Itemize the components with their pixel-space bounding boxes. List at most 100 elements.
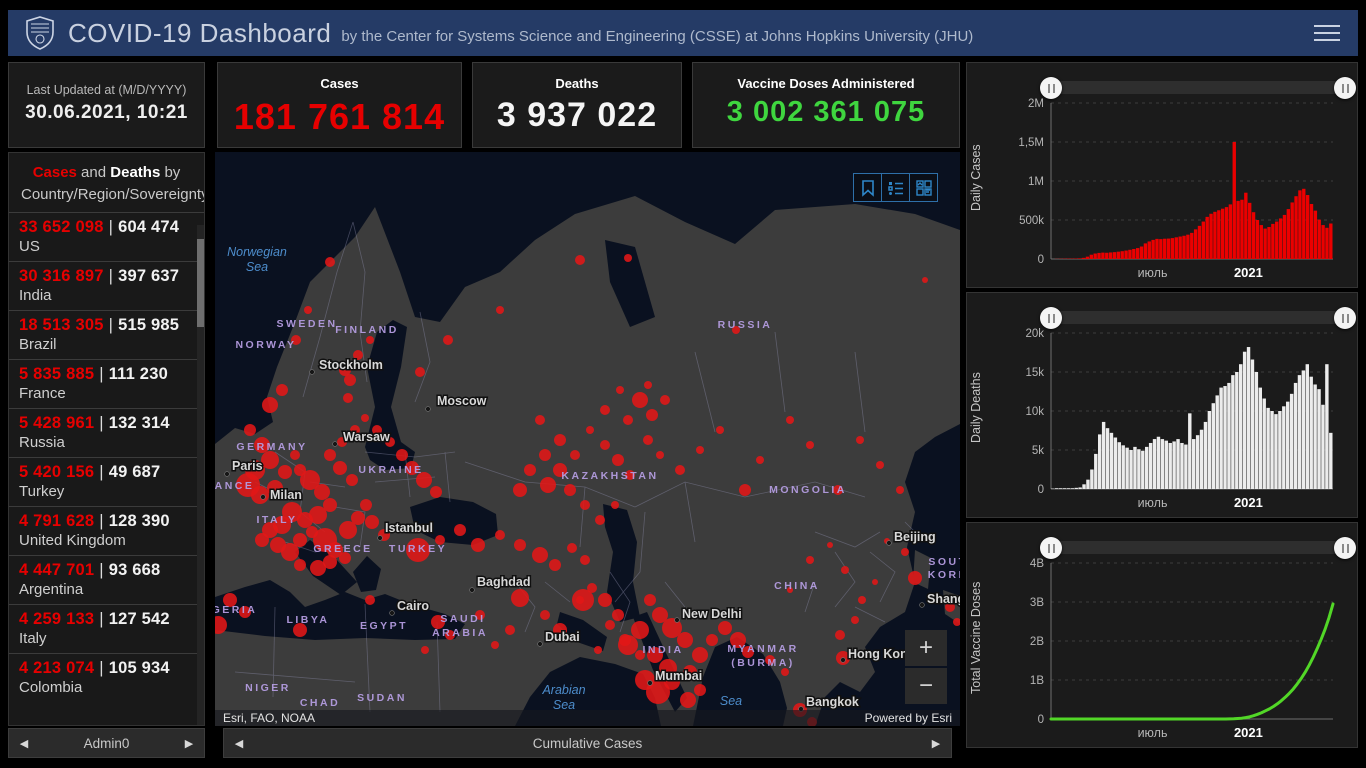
case-bubble[interactable]: [505, 625, 515, 635]
case-bubble[interactable]: [495, 530, 505, 540]
case-bubble[interactable]: [858, 596, 866, 604]
list-item[interactable]: 18 513 305 | 515 985 Brazil: [9, 309, 204, 359]
case-bubble[interactable]: [513, 483, 527, 497]
case-bubble[interactable]: [244, 424, 256, 436]
case-bubble[interactable]: [675, 465, 685, 475]
zoom-out-button[interactable]: −: [905, 668, 947, 704]
slider-handle-right[interactable]: [1334, 307, 1356, 329]
case-bubble[interactable]: [680, 692, 696, 708]
case-bubble[interactable]: [781, 668, 789, 676]
case-bubble[interactable]: [361, 414, 369, 422]
case-bubble[interactable]: [632, 392, 648, 408]
case-bubble[interactable]: [262, 397, 278, 413]
case-bubble[interactable]: [365, 515, 379, 529]
vaccine-doses-chart[interactable]: 0 1B 2B 3B 4B июль 2021: [983, 557, 1345, 745]
case-bubble[interactable]: [325, 257, 335, 267]
case-bubble[interactable]: [908, 571, 922, 585]
case-bubble[interactable]: [255, 533, 269, 547]
case-bubble[interactable]: [660, 395, 670, 405]
slider-handle-left[interactable]: [1040, 307, 1062, 329]
case-bubble[interactable]: [304, 306, 312, 314]
case-bubble[interactable]: [806, 556, 814, 564]
case-bubble[interactable]: [586, 426, 594, 434]
case-bubble[interactable]: [415, 367, 425, 377]
case-bubble[interactable]: [567, 543, 577, 553]
case-bubble[interactable]: [598, 593, 612, 607]
list-item[interactable]: 4 791 628 | 128 390 United Kingdom: [9, 505, 204, 555]
slider-track[interactable]: [1051, 81, 1345, 94]
case-bubble[interactable]: [365, 595, 375, 605]
case-bubble[interactable]: [706, 634, 718, 646]
case-bubble[interactable]: [294, 559, 306, 571]
case-bubble[interactable]: [396, 449, 408, 461]
case-bubble[interactable]: [540, 477, 556, 493]
case-bubble[interactable]: [549, 559, 561, 571]
basemap-gallery-icon[interactable]: [909, 173, 938, 202]
case-bubble[interactable]: [443, 335, 453, 345]
scrollbar-thumb[interactable]: [197, 239, 204, 327]
case-bubble[interactable]: [576, 596, 584, 604]
case-bubble[interactable]: [644, 594, 656, 606]
case-bubble[interactable]: [716, 426, 724, 434]
case-bubble[interactable]: [293, 533, 307, 547]
case-bubble[interactable]: [595, 515, 605, 525]
case-bubble[interactable]: [611, 501, 619, 509]
case-bubble[interactable]: [276, 384, 288, 396]
prev-arrow-icon[interactable]: ◀: [9, 737, 39, 750]
case-bubble[interactable]: [539, 449, 551, 461]
case-bubble[interactable]: [631, 621, 649, 639]
case-bubble[interactable]: [618, 635, 638, 655]
case-bubble[interactable]: [366, 336, 374, 344]
case-bubble[interactable]: [876, 461, 884, 469]
case-bubble[interactable]: [612, 609, 624, 621]
world-map[interactable]: NORWAY SWEDEN FINLAND RUSSIA UKRAINE KAZAKHST…: [215, 152, 960, 726]
list-item[interactable]: 5 835 885 | 111 230 France: [9, 358, 204, 408]
case-bubble[interactable]: [644, 381, 652, 389]
daily-deaths-chart[interactable]: 0 5k 10k 15k 20k июль 2021: [983, 327, 1345, 515]
case-bubble[interactable]: [343, 393, 353, 403]
slider-handle-left[interactable]: [1040, 77, 1062, 99]
case-bubble[interactable]: [554, 434, 566, 446]
case-bubble[interactable]: [580, 500, 590, 510]
list-item[interactable]: 4 259 133 | 127 542 Italy: [9, 603, 204, 653]
case-bubble[interactable]: [696, 446, 704, 454]
time-range-slider[interactable]: [1040, 77, 1356, 99]
case-bubble[interactable]: [656, 451, 664, 459]
case-bubble[interactable]: [314, 484, 330, 500]
zoom-in-button[interactable]: +: [905, 630, 947, 666]
case-bubble[interactable]: [841, 566, 849, 574]
case-bubble[interactable]: [564, 484, 576, 496]
case-bubble[interactable]: [310, 560, 326, 576]
case-bubble[interactable]: [872, 579, 878, 585]
menu-icon[interactable]: [1314, 20, 1340, 46]
case-bubble[interactable]: [806, 441, 814, 449]
case-bubble[interactable]: [851, 616, 859, 624]
case-bubble[interactable]: [570, 450, 580, 460]
case-bubble[interactable]: [605, 620, 615, 630]
case-bubble[interactable]: [643, 435, 653, 445]
case-bubble[interactable]: [540, 610, 550, 620]
slider-track[interactable]: [1051, 541, 1345, 554]
case-bubble[interactable]: [580, 555, 590, 565]
case-bubble[interactable]: [922, 277, 928, 283]
case-bubble[interactable]: [616, 386, 624, 394]
case-bubble[interactable]: [739, 484, 751, 496]
daily-cases-chart[interactable]: 0 500k 1M 1,5M 2M июль 2021: [983, 97, 1345, 285]
slider-handle-right[interactable]: [1334, 77, 1356, 99]
legend-icon[interactable]: [881, 173, 910, 202]
case-bubble[interactable]: [454, 524, 466, 536]
case-bubble[interactable]: [694, 684, 706, 696]
slider-handle-left[interactable]: [1040, 537, 1062, 559]
list-item[interactable]: 30 316 897 | 397 637 India: [9, 260, 204, 310]
case-bubble[interactable]: [786, 416, 794, 424]
case-bubble[interactable]: [901, 548, 909, 556]
case-bubble[interactable]: [511, 589, 529, 607]
list-scrollbar[interactable]: [197, 225, 204, 725]
case-bubble[interactable]: [421, 646, 429, 654]
case-bubble[interactable]: [278, 465, 292, 479]
list-item[interactable]: 33 652 098 | 604 474 US: [9, 211, 204, 261]
case-bubble[interactable]: [756, 456, 764, 464]
map-canvas[interactable]: NORWAY SWEDENFINLAND RUSSIA UKRAINE KAZAKHST…: [215, 152, 960, 726]
list-item[interactable]: 5 428 961 | 132 314 Russia: [9, 407, 204, 457]
case-bubble[interactable]: [351, 511, 365, 525]
